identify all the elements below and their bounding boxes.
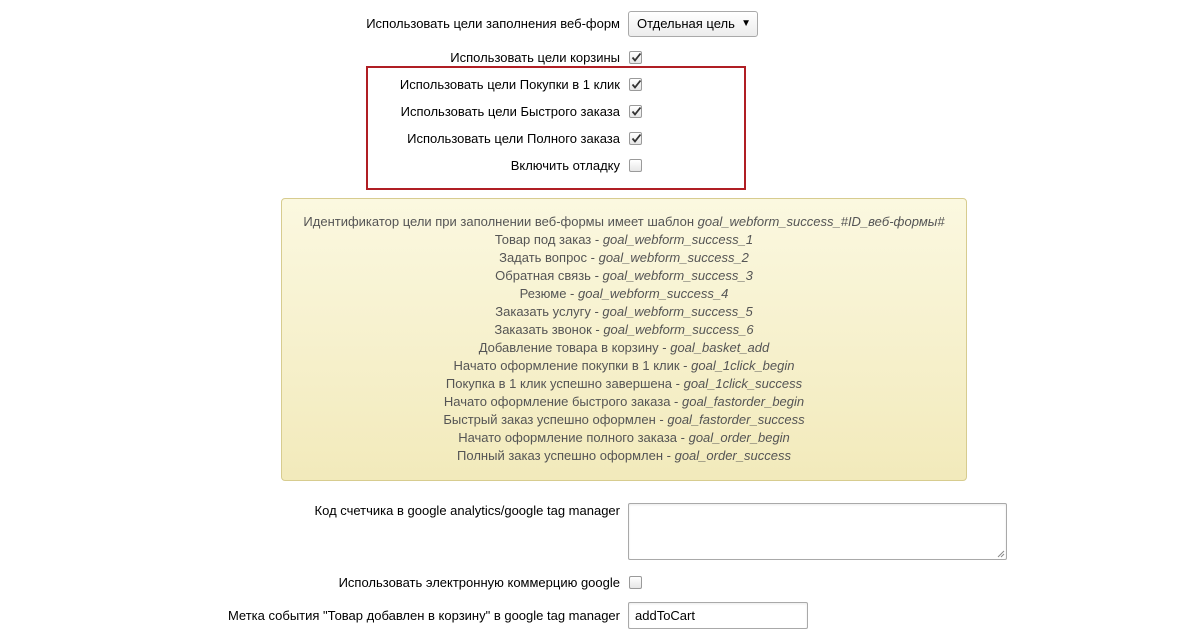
note-line-goal-id: goal_order_success [674, 448, 791, 463]
note-line: Задать вопрос - goal_webform_success_2 [282, 249, 966, 267]
note-line-goal-id: goal_webform_success_3 [602, 268, 753, 283]
note-line-text: Добавление товара в корзину - [478, 340, 671, 355]
note-line: Товар под заказ - goal_webform_success_1 [282, 231, 966, 249]
debug-label: Включить отладку [510, 158, 620, 173]
note-line-goal-id: goal_1click_success [683, 376, 803, 391]
note-line: Начато оформление полного заказа - goal_… [282, 429, 966, 447]
event-label-label: Метка события "Товар добавлен в корзину"… [227, 608, 620, 623]
note-line-text: Начато оформление быстрого заказа - [443, 394, 682, 409]
note-line-text: Начато оформление покупки в 1 клик - [453, 358, 692, 373]
note-line-text: Покупка в 1 клик успешно завершена - [445, 376, 684, 391]
webforms-goals-select[interactable]: Отдельная цель ▼ [628, 11, 758, 37]
note-line-goal-id: goal_fastorder_success [667, 412, 805, 427]
note-line: Идентификатор цели при заполнении веб-фо… [282, 213, 966, 231]
note-line-goal-id: goal_webform_success_5 [602, 304, 753, 319]
note-line-text: Заказать услугу - [495, 304, 603, 319]
note-line-text: Товар под заказ - [494, 232, 603, 247]
note-line-goal-id: goal_fastorder_begin [681, 394, 805, 409]
checkmark-icon [631, 79, 642, 89]
checkmark-icon [631, 52, 642, 62]
counter-code-label: Код счетчика в google analytics/google t… [314, 503, 620, 518]
note-line-text: Идентификатор цели при заполнении веб-фо… [303, 214, 698, 229]
note-line: Начато оформление покупки в 1 клик - goa… [282, 357, 966, 375]
note-line: Заказать звонок - goal_webform_success_6 [282, 321, 966, 339]
fastorder-goals-checkbox[interactable] [629, 105, 642, 118]
note-line-goal-id: goal_webform_success_1 [602, 232, 754, 247]
note-line-goal-id: goal_basket_add [670, 340, 770, 355]
note-line: Добавление товара в корзину - goal_baske… [282, 339, 966, 357]
note-line-text: Задать вопрос - [499, 250, 599, 265]
oneclick-goals-checkbox[interactable] [629, 78, 642, 91]
checkmark-icon [631, 106, 642, 116]
event-label-value: addToCart [635, 608, 695, 623]
dropdown-arrow-icon: ▼ [741, 18, 751, 29]
note-line-goal-id: goal_webform_success_4 [578, 286, 729, 301]
note-line-text: Быстрый заказ успешно оформлен - [443, 412, 668, 427]
webforms-goals-select-value: Отдельная цель [637, 16, 735, 31]
note-line: Покупка в 1 клик успешно завершена - goa… [282, 375, 966, 393]
note-line-goal-id: goal_webform_success_2 [598, 250, 749, 265]
note-line-text: Полный заказ успешно оформлен - [457, 448, 675, 463]
note-line: Резюме - goal_webform_success_4 [282, 285, 966, 303]
fullorder-goals-label: Использовать цели Полного заказа [407, 131, 620, 146]
note-line-goal-id: goal_webform_success_#ID_веб-формы# [697, 214, 945, 229]
fastorder-goals-label: Использовать цели Быстрого заказа [400, 104, 620, 119]
note-line: Быстрый заказ успешно оформлен - goal_fa… [282, 411, 966, 429]
checkmark-icon [631, 133, 642, 143]
webforms-goals-label: Использовать цели заполнения веб-форм [366, 16, 620, 31]
counter-code-textarea[interactable] [628, 503, 1007, 560]
basket-goals-label: Использовать цели корзины [450, 50, 620, 65]
basket-goals-checkbox[interactable] [629, 51, 642, 64]
ecommerce-label: Использовать электронную коммерцию googl… [338, 575, 620, 590]
note-line-goal-id: goal_webform_success_6 [603, 322, 754, 337]
fullorder-goals-checkbox[interactable] [629, 132, 642, 145]
note-line-text: Резюме - [519, 286, 579, 301]
goals-info-note: Идентификатор цели при заполнении веб-фо… [281, 198, 967, 481]
event-label-input[interactable]: addToCart [628, 602, 808, 629]
resize-grip-icon[interactable] [997, 550, 1005, 558]
note-line-text: Начато оформление полного заказа - [458, 430, 689, 445]
note-line-text: Обратная связь - [495, 268, 603, 283]
debug-checkbox[interactable] [629, 159, 642, 172]
note-line-text: Заказать звонок - [494, 322, 604, 337]
oneclick-goals-label: Использовать цели Покупки в 1 клик [399, 77, 620, 92]
note-line: Заказать услугу - goal_webform_success_5 [282, 303, 966, 321]
ecommerce-checkbox[interactable] [629, 576, 642, 589]
note-line-goal-id: goal_1click_begin [691, 358, 795, 373]
note-line: Начато оформление быстрого заказа - goal… [282, 393, 966, 411]
note-line: Полный заказ успешно оформлен - goal_ord… [282, 447, 966, 465]
note-line: Обратная связь - goal_webform_success_3 [282, 267, 966, 285]
note-line-goal-id: goal_order_begin [688, 430, 790, 445]
